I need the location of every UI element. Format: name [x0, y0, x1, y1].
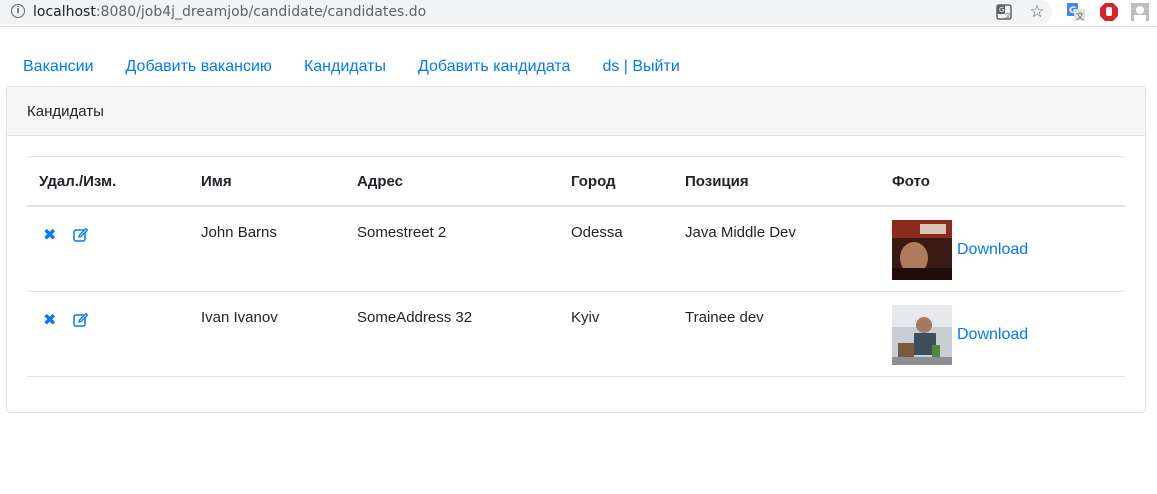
table-row: ✖ Ivan Ivanov SomeAddress 32 Kyiv Traine…: [27, 291, 1125, 377]
bookmark-star-icon[interactable]: ☆: [1028, 2, 1046, 22]
svg-text:G: G: [999, 6, 1004, 14]
edit-icon[interactable]: [73, 312, 91, 328]
col-header-actions: Удал./Изм.: [27, 156, 201, 207]
candidate-photo-thumbnail: [892, 220, 952, 280]
profile-extension-icon[interactable]: [1131, 3, 1149, 21]
delete-icon[interactable]: ✖: [43, 225, 73, 244]
candidate-name: Ivan Ivanov: [201, 309, 278, 326]
candidates-table: Удал./Изм. Имя Адрес Город Позиция Фото …: [27, 156, 1125, 377]
col-header-address: Адрес: [357, 156, 571, 207]
adblock-extension-icon[interactable]: [1100, 3, 1118, 21]
url-field[interactable]: i localhost:8080/job4j_dreamjob/candidat…: [0, 0, 1052, 24]
card-title: Кандидаты: [7, 87, 1145, 136]
svg-text:文: 文: [1076, 11, 1084, 21]
edit-icon[interactable]: [73, 227, 91, 243]
url-text[interactable]: localhost:8080/job4j_dreamjob/candidate/…: [33, 4, 426, 20]
candidate-photo-thumbnail: [892, 305, 952, 365]
table-header-row: Удал./Изм. Имя Адрес Город Позиция Фото: [27, 156, 1125, 207]
info-icon[interactable]: i: [11, 4, 25, 18]
top-nav: Вакансии Добавить вакансию Кандидаты Доб…: [23, 58, 712, 76]
col-header-name: Имя: [201, 156, 357, 207]
col-header-photo: Фото: [892, 156, 1125, 207]
nav-add-vacancy-link[interactable]: Добавить вакансию: [126, 58, 272, 76]
col-header-city: Город: [571, 156, 685, 207]
nav-candidates-link[interactable]: Кандидаты: [304, 58, 386, 76]
download-photo-link[interactable]: Download: [957, 326, 1028, 344]
table-row: ✖ John Barns Somestreet 2 Odessa Java Mi…: [27, 206, 1125, 292]
translate-icon[interactable]: G文: [995, 3, 1013, 21]
candidate-position: Trainee dev: [685, 309, 764, 326]
download-photo-link[interactable]: Download: [957, 241, 1028, 259]
col-header-position: Позиция: [685, 156, 892, 207]
nav-vacancies-link[interactable]: Вакансии: [23, 58, 94, 76]
candidate-city: Kyiv: [571, 309, 600, 326]
candidate-name: John Barns: [201, 224, 277, 241]
candidate-address: SomeAddress 32: [357, 309, 473, 326]
candidate-position: Java Middle Dev: [685, 224, 796, 241]
nav-logout-link[interactable]: ds | Выйти: [602, 58, 679, 76]
candidate-address: Somestreet 2: [357, 224, 447, 241]
candidates-card: Кандидаты Удал./Изм. Имя Адрес Город Поз…: [6, 86, 1146, 413]
nav-add-candidate-link[interactable]: Добавить кандидата: [418, 58, 570, 76]
url-host: localhost: [33, 4, 96, 20]
url-path: :8080/job4j_dreamjob/candidate/candidate…: [95, 4, 427, 20]
candidate-city: Odessa: [571, 224, 623, 241]
google-translate-extension-icon[interactable]: G文: [1067, 3, 1085, 21]
delete-icon[interactable]: ✖: [43, 310, 73, 329]
browser-address-bar: i localhost:8080/job4j_dreamjob/candidat…: [0, 0, 1157, 27]
svg-text:文: 文: [1005, 12, 1011, 20]
